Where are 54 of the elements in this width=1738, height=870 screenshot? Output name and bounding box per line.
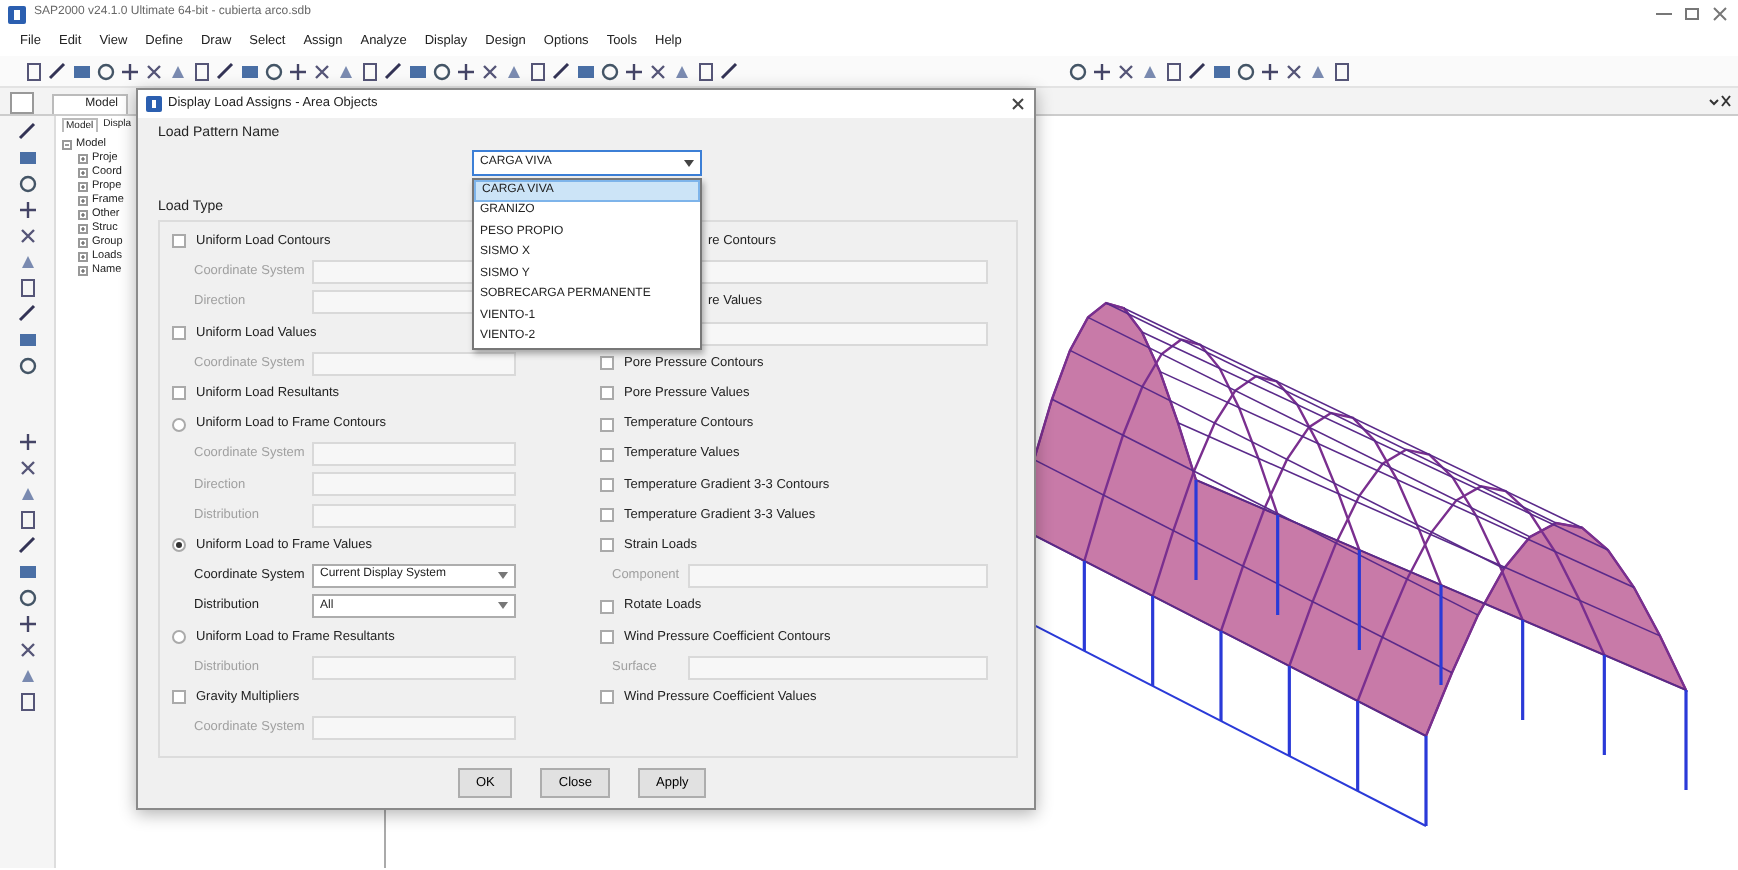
tool-icon[interactable] (456, 61, 476, 81)
checkbox[interactable] (600, 508, 614, 523)
checkbox[interactable] (600, 538, 614, 553)
tool-icon[interactable] (1092, 61, 1112, 81)
close-icon[interactable] (1708, 94, 1732, 110)
tool-icon[interactable] (120, 61, 140, 81)
expand-icon[interactable] (78, 210, 88, 220)
close-icon[interactable] (1010, 96, 1026, 112)
tool-icon[interactable] (17, 640, 37, 660)
tool-icon[interactable] (1116, 61, 1136, 81)
expand-icon[interactable] (78, 238, 88, 248)
expand-icon[interactable] (78, 168, 88, 178)
caret-icon (498, 602, 508, 611)
checkbox[interactable] (600, 599, 614, 614)
app-icon (146, 96, 162, 112)
checkbox[interactable] (600, 477, 614, 492)
tool-icon[interactable] (17, 200, 37, 220)
tool-icon[interactable] (17, 458, 37, 478)
radio-button[interactable] (172, 538, 186, 553)
tool-icon[interactable] (624, 61, 644, 81)
checkbox[interactable] (600, 629, 614, 644)
collapse-icon[interactable] (62, 140, 72, 150)
tool-icon[interactable] (648, 61, 668, 81)
checkbox[interactable] (600, 386, 614, 401)
expand-icon[interactable] (78, 252, 88, 262)
tool-icon[interactable] (1068, 61, 1088, 81)
checkbox[interactable] (600, 690, 614, 705)
expand-icon[interactable] (78, 266, 88, 276)
checkbox[interactable] (600, 417, 614, 432)
tool-icon[interactable] (1284, 61, 1304, 81)
tool-icon[interactable] (17, 226, 37, 246)
expand-icon[interactable] (78, 182, 88, 192)
checkbox[interactable] (172, 690, 186, 705)
tool-icon[interactable] (144, 61, 164, 81)
radio-button[interactable] (172, 629, 186, 644)
checkbox[interactable] (600, 356, 614, 371)
checkbox[interactable] (172, 326, 186, 341)
checkbox[interactable] (600, 447, 614, 462)
tool-icon[interactable] (480, 61, 500, 81)
expand-icon[interactable] (78, 196, 88, 206)
checkbox[interactable] (172, 234, 186, 249)
radio-button[interactable] (172, 417, 186, 432)
caret-icon (498, 572, 508, 581)
app-icon (8, 5, 26, 23)
tool-icon[interactable] (312, 61, 332, 81)
tool-icon[interactable] (17, 614, 37, 634)
tool-icon[interactable] (17, 432, 37, 452)
expand-icon[interactable] (78, 224, 88, 234)
expand-icon[interactable] (78, 154, 88, 164)
restore-icon[interactable] (1682, 6, 1702, 22)
tool-icon[interactable] (288, 61, 308, 81)
caret-icon (684, 159, 694, 167)
checkbox[interactable] (172, 386, 186, 401)
tool-icon[interactable] (1260, 61, 1280, 81)
